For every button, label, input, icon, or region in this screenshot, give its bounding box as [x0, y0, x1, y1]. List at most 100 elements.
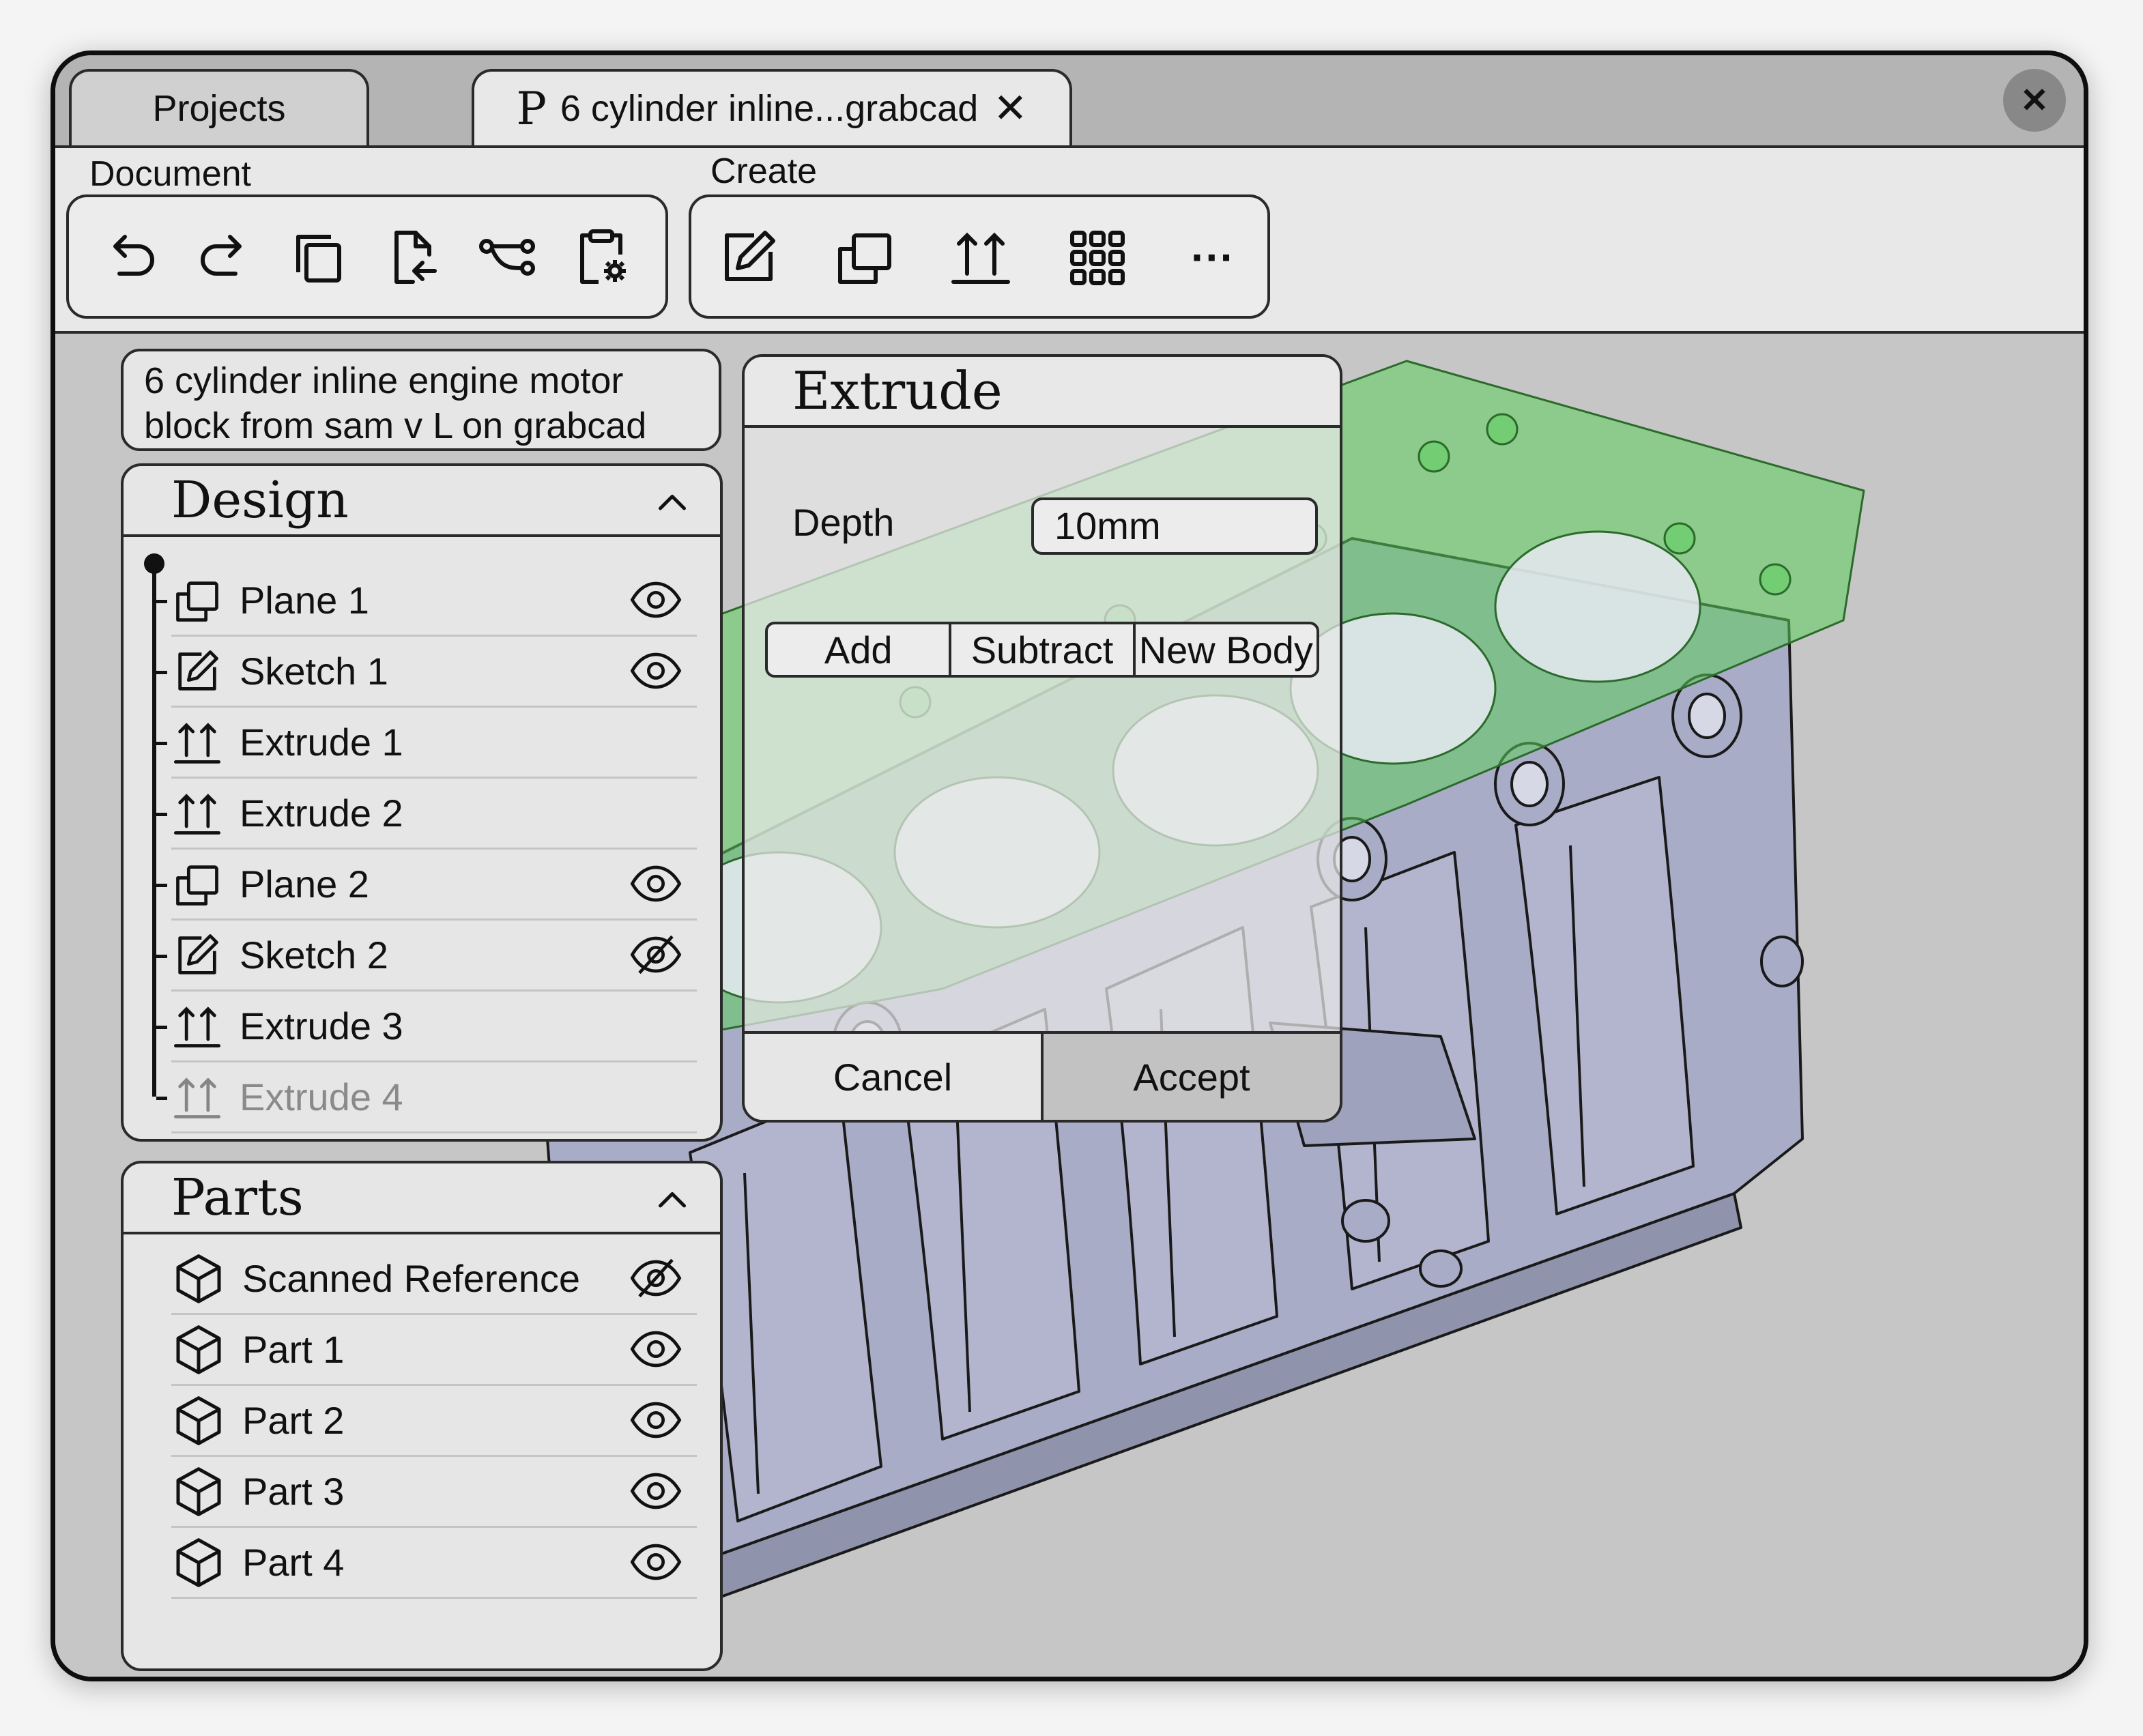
design-item-plane-2[interactable]: Plane 2: [156, 850, 697, 921]
part-item-part-3[interactable]: Part 3: [171, 1457, 697, 1528]
document-group-title: Document: [89, 154, 251, 194]
extrude-icon: [171, 717, 223, 768]
design-item-label: Extrude 3: [240, 1004, 403, 1047]
create-tool-group: ···: [689, 194, 1270, 319]
plane-icon[interactable]: [831, 223, 899, 291]
part-item-label: Part 4: [242, 1541, 345, 1584]
design-item-label: Sketch 1: [240, 650, 388, 693]
plane-icon: [171, 858, 223, 910]
eye-icon[interactable]: [629, 1398, 683, 1443]
cube-icon: [171, 1252, 226, 1306]
tab-projects[interactable]: Projects: [69, 69, 369, 145]
plane-icon: [171, 575, 223, 626]
part-item-label: Scanned Reference: [242, 1257, 581, 1300]
design-item-extrude-4[interactable]: Extrude 4: [156, 1062, 697, 1133]
settings-clipboard-icon[interactable]: [567, 223, 635, 291]
part-item-part-4[interactable]: Part 4: [171, 1528, 697, 1599]
timeline-tick: [156, 1026, 167, 1029]
create-group-title: Create: [710, 151, 818, 191]
chevron-up-icon[interactable]: [652, 481, 693, 522]
copy-icon[interactable]: [285, 223, 353, 291]
design-item-label: Extrude 1: [240, 721, 403, 764]
extrude-icon: [171, 787, 223, 839]
part-item-label: Part 3: [242, 1470, 345, 1513]
eye-off-icon[interactable]: [629, 933, 683, 978]
eye-icon[interactable]: [629, 1327, 683, 1372]
part-item-scanned-reference[interactable]: Scanned Reference: [171, 1244, 697, 1315]
extrude-icon[interactable]: [947, 223, 1015, 291]
redo-icon[interactable]: [190, 223, 259, 291]
design-item-extrude-1[interactable]: Extrude 1: [156, 708, 697, 779]
depth-input[interactable]: 10mm: [1031, 497, 1318, 555]
eye-icon[interactable]: [629, 862, 683, 907]
close-window-button[interactable]: ✕: [2003, 69, 2066, 132]
timeline-tick: [156, 600, 167, 603]
project-description: 6 cylinder inline engine motor block fro…: [121, 349, 721, 451]
eye-icon[interactable]: [629, 578, 683, 623]
tab-bar: Projects P 6 cylinder inline...grabcad ✕…: [55, 55, 2084, 145]
toolbar: Document Create ···: [55, 145, 2084, 334]
accept-button[interactable]: Accept: [1041, 1034, 1340, 1120]
design-item-extrude-3[interactable]: Extrude 3: [156, 992, 697, 1062]
mode-new-body-button[interactable]: New Body: [1136, 624, 1317, 675]
design-item-extrude-2[interactable]: Extrude 2: [156, 779, 697, 850]
timeline-tick: [156, 813, 167, 816]
cube-icon: [171, 1464, 226, 1519]
cube-icon: [171, 1393, 226, 1448]
import-icon[interactable]: [379, 223, 447, 291]
timeline-tick: [156, 671, 167, 674]
timeline-tick: [156, 742, 167, 745]
dialog-actions: Cancel Accept: [745, 1031, 1340, 1120]
part-item-label: Part 1: [242, 1328, 345, 1371]
parts-panel-header[interactable]: Parts: [124, 1163, 720, 1234]
tab-projects-label: Projects: [152, 88, 286, 129]
chevron-up-icon[interactable]: [652, 1178, 693, 1219]
extrude-dialog-title: Extrude: [745, 357, 1340, 428]
timeline-tick: [156, 884, 167, 887]
eye-off-icon[interactable]: [629, 1256, 683, 1301]
graph-icon[interactable]: [473, 223, 541, 291]
part-item-label: Part 2: [242, 1399, 345, 1442]
undo-icon[interactable]: [96, 223, 164, 291]
sketch-icon[interactable]: [715, 223, 783, 291]
cube-icon: [171, 1535, 226, 1590]
part-item-part-2[interactable]: Part 2: [171, 1386, 697, 1457]
close-icon: ✕: [2020, 81, 2049, 119]
more-icon[interactable]: ···: [1179, 223, 1247, 291]
design-item-label: Sketch 2: [240, 934, 388, 976]
timeline-line: [152, 564, 156, 1097]
sketch-icon: [171, 646, 223, 697]
mode-add-button[interactable]: Add: [768, 624, 952, 675]
design-item-plane-1[interactable]: Plane 1: [156, 566, 697, 637]
design-panel: Design Plane 1 Sketch 1 Extrude 1 Extrude 2…: [121, 463, 723, 1142]
mode-subtract-button[interactable]: Subtract: [951, 624, 1136, 675]
design-item-sketch-1[interactable]: Sketch 1: [156, 637, 697, 708]
parts-panel-title: Parts: [171, 1168, 304, 1227]
design-item-label: Plane 2: [240, 863, 369, 906]
sketch-icon: [171, 929, 223, 981]
part-item-part-1[interactable]: Part 1: [171, 1315, 697, 1386]
design-panel-header[interactable]: Design: [124, 466, 720, 537]
design-panel-title: Design: [171, 471, 349, 530]
parts-panel: Parts Scanned Reference Part 1 Part 2 Part …: [121, 1161, 723, 1671]
app-window: Projects P 6 cylinder inline...grabcad ✕…: [51, 50, 2088, 1681]
project-p-icon: P: [516, 82, 547, 135]
pattern-grid-icon[interactable]: [1063, 223, 1131, 291]
eye-icon[interactable]: [629, 649, 683, 694]
design-item-label: Extrude 4: [240, 1075, 403, 1118]
eye-icon[interactable]: [629, 1469, 683, 1514]
extrude-icon: [171, 1071, 223, 1123]
tab-document[interactable]: P 6 cylinder inline...grabcad ✕: [472, 69, 1072, 145]
document-tool-group: [66, 194, 668, 319]
extrude-dialog: Extrude Depth 10mm Add Subtract New Body…: [742, 354, 1342, 1123]
extrude-icon: [171, 1000, 223, 1052]
eye-icon[interactable]: [629, 1540, 683, 1585]
design-item-label: Plane 1: [240, 579, 369, 622]
cancel-button[interactable]: Cancel: [745, 1034, 1041, 1120]
extrude-mode-selector: Add Subtract New Body: [765, 622, 1319, 678]
design-item-label: Extrude 2: [240, 792, 403, 835]
cube-icon: [171, 1322, 226, 1377]
design-item-sketch-2[interactable]: Sketch 2: [156, 921, 697, 992]
timeline-tick: [156, 955, 167, 958]
close-tab-icon[interactable]: ✕: [993, 88, 1027, 129]
